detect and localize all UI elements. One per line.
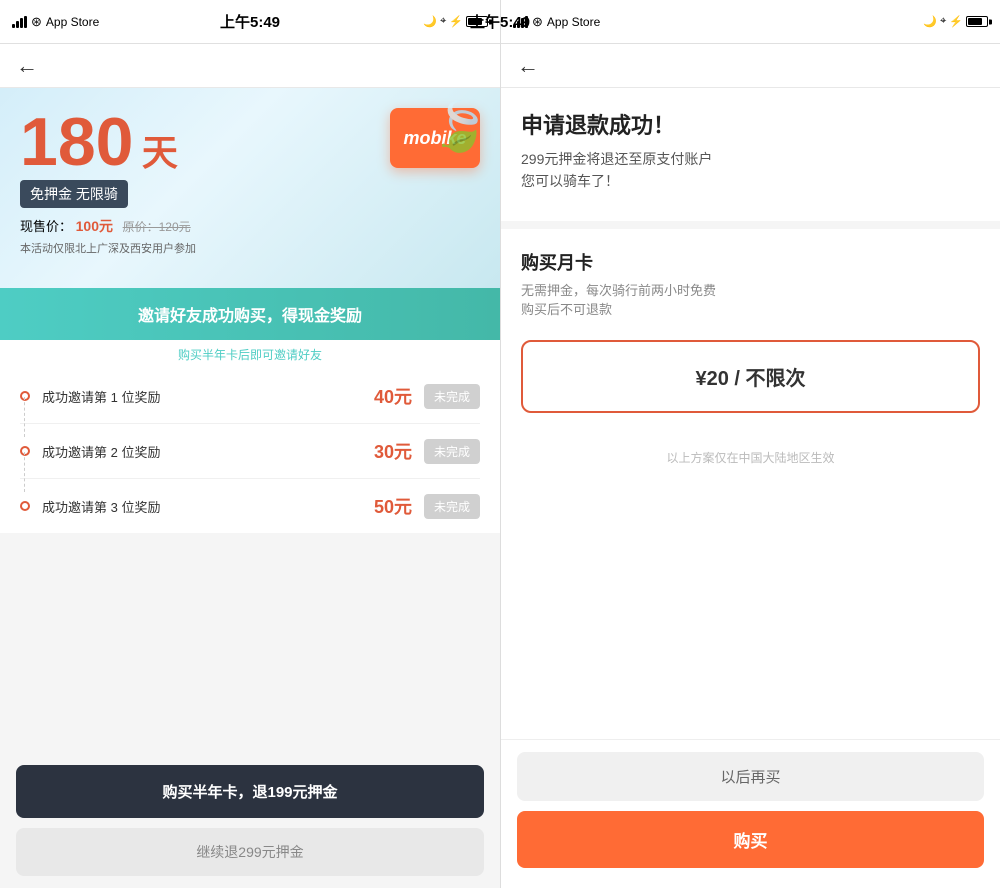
reward-list: 成功邀请第 1 位奖励 40元 未完成 成功邀请第 2 位奖励 30元 未完成 … xyxy=(0,369,500,533)
moon-icon: 🌙 xyxy=(423,15,437,28)
section-divider xyxy=(501,221,1000,229)
left-bottom-buttons: 购买半年卡，退199元押金 继续退299元押金 xyxy=(0,753,500,888)
right-wifi-icon: ⊛ xyxy=(532,14,543,30)
reward-dot-1 xyxy=(20,391,30,401)
invite-title: 邀请好友成功购买，得现金奖励 xyxy=(20,302,480,326)
hero-badge: 免押金 无限骑 xyxy=(20,180,128,208)
buy-half-year-button[interactable]: 购买半年卡，退199元押金 xyxy=(16,765,484,818)
mobike-logo-area: 🍃 mobike xyxy=(390,108,480,168)
hero-note: 本活动仅限北上广深及西安用户参加 xyxy=(20,240,480,256)
invite-sub: 购买半年卡后即可邀请好友 xyxy=(0,340,500,369)
right-battery-icon xyxy=(966,16,988,27)
price-text: ¥20 / 不限次 xyxy=(695,368,805,390)
buy-button[interactable]: 购买 xyxy=(517,811,984,868)
left-status-left: ⊛ App Store xyxy=(12,14,99,30)
reward-btn-3[interactable]: 未完成 xyxy=(424,494,480,519)
reward-item-3: 成功邀请第 3 位奖励 50元 未完成 xyxy=(20,479,480,533)
left-main-content: 180 天 免押金 无限骑 现售价： 100元 原价：120元 本活动仅限北上广… xyxy=(0,88,500,753)
hero-banner: 180 天 免押金 无限骑 现售价： 100元 原价：120元 本活动仅限北上广… xyxy=(0,88,500,288)
right-nav-bar: ← xyxy=(501,44,1000,88)
purchase-desc-text: 无需押金，每次骑行前两小时免费购买后不可退款 xyxy=(521,283,716,318)
purchase-section: 购买月卡 无需押金，每次骑行前两小时免费购买后不可退款 ¥20 / 不限次 以上… xyxy=(521,229,980,482)
left-app-name: App Store xyxy=(46,15,99,29)
price-card[interactable]: ¥20 / 不限次 xyxy=(521,340,980,413)
hero-price-row: 现售价： 100元 原价：120元 xyxy=(20,216,480,236)
wifi-icon: ⊛ xyxy=(31,14,42,30)
invite-banner: 邀请好友成功购买，得现金奖励 xyxy=(0,288,500,340)
reward-amount-1: 40元 xyxy=(374,383,412,409)
reward-btn-1[interactable]: 未完成 xyxy=(424,384,480,409)
purchase-section-desc: 无需押金，每次骑行前两小时免费购买后不可退款 xyxy=(521,281,980,320)
right-status-right: 🌙 ⌖ ⚡ xyxy=(923,15,988,28)
right-location-icon: ⌖ xyxy=(940,15,946,28)
reward-item-1: 成功邀请第 1 位奖励 40元 未完成 xyxy=(20,369,480,424)
left-time: 上午5:49 xyxy=(220,11,280,32)
right-back-button[interactable]: ← xyxy=(517,53,539,79)
reward-dot-2 xyxy=(20,446,30,456)
purchase-section-title: 购买月卡 xyxy=(521,249,980,275)
hero-days-number: 180 xyxy=(20,108,133,176)
reward-amount-2: 30元 xyxy=(374,438,412,464)
reward-item-2: 成功邀请第 2 位奖励 30元 未完成 xyxy=(20,424,480,479)
hero-days-unit: 天 xyxy=(142,132,178,173)
reward-label-3: 成功邀请第 3 位奖励 xyxy=(42,497,374,516)
later-button[interactable]: 以后再买 xyxy=(517,752,984,801)
reward-label-1: 成功邀请第 1 位奖励 xyxy=(42,387,374,406)
right-app-name: App Store xyxy=(547,15,600,29)
hero-current-price-label: 现售价： xyxy=(20,219,72,234)
right-moon-icon: 🌙 xyxy=(923,15,937,28)
right-status-bar: ⊛ App Store 上午5:49 🌙 ⌖ ⚡ xyxy=(501,0,1000,44)
hero-current-price: 100元 xyxy=(76,218,113,234)
right-phone-screen: ⊛ App Store 上午5:49 🌙 ⌖ ⚡ ← 申请退款成功！ 299元押… xyxy=(501,0,1000,888)
success-title: 申请退款成功！ xyxy=(521,108,980,140)
reward-label-2: 成功邀请第 2 位奖励 xyxy=(42,442,374,461)
success-desc: 299元押金将退还至原支付账户您可以骑车了！ xyxy=(521,148,980,193)
right-bluetooth-icon: ⚡ xyxy=(949,15,963,28)
bluetooth-icon: ⚡ xyxy=(449,15,463,28)
reward-amount-3: 50元 xyxy=(374,493,412,519)
reward-btn-2[interactable]: 未完成 xyxy=(424,439,480,464)
region-note: 以上方案仅在中国大陆地区生效 xyxy=(521,433,980,482)
leaf-icon: 🍃 xyxy=(430,98,490,155)
reward-dot-3 xyxy=(20,501,30,511)
signal-icon xyxy=(12,16,27,28)
continue-refund-button[interactable]: 继续退299元押金 xyxy=(16,828,484,876)
left-nav-bar: ← xyxy=(0,44,500,88)
left-phone-screen: ⊛ App Store 上午5:49 🌙 ⌖ ⚡ ← 180 天 免押金 无限骑… xyxy=(0,0,500,888)
success-desc-text: 299元押金将退还至原支付账户您可以骑车了！ xyxy=(521,151,712,189)
location-icon: ⌖ xyxy=(440,15,446,28)
left-back-button[interactable]: ← xyxy=(16,53,38,79)
left-status-bar: ⊛ App Store 上午5:49 🌙 ⌖ ⚡ xyxy=(0,0,500,44)
right-time: 上午5:49 xyxy=(501,11,530,32)
hero-original-price: 原价：120元 xyxy=(123,220,191,234)
right-main-content: 申请退款成功！ 299元押金将退还至原支付账户您可以骑车了！ 购买月卡 无需押金… xyxy=(501,88,1000,739)
right-bottom-buttons: 以后再买 购买 xyxy=(501,739,1000,888)
